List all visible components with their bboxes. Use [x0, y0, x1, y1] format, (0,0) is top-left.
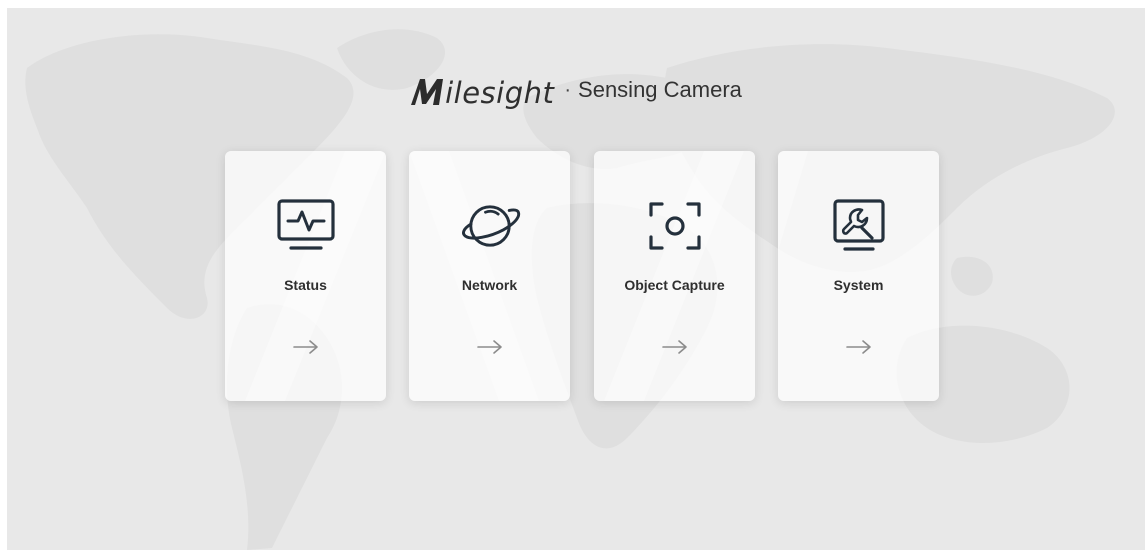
menu-cards: Status Network Object Capture System [225, 151, 945, 403]
planet-icon [458, 196, 522, 256]
card-background-stripe [245, 151, 386, 401]
login-background: ilesight · Sensing Camera Status Network… [7, 8, 1145, 550]
card-background-stripe [604, 151, 744, 401]
system-card-label: System [833, 277, 884, 293]
milesight-m-mark-icon [411, 79, 444, 105]
object-capture-card-label: Object Capture [624, 277, 725, 293]
product-name: Sensing Camera [578, 77, 742, 102]
brand-name: ilesight [445, 76, 555, 110]
arrow-right-icon [661, 340, 687, 354]
card-background-stripe [409, 151, 539, 401]
system-card[interactable]: System [778, 151, 939, 401]
network-card-label: Network [461, 277, 518, 293]
arrow-right-icon [845, 340, 871, 354]
title-separator: · [564, 78, 572, 101]
arrow-right-icon [476, 340, 502, 354]
focus-frame-icon [643, 196, 707, 256]
network-card[interactable]: Network [409, 151, 570, 401]
status-card[interactable]: Status [225, 151, 386, 401]
milesight-logo: ilesight [410, 76, 555, 110]
arrow-right-icon [292, 340, 318, 354]
status-card-label: Status [284, 277, 327, 293]
brand-header: ilesight · Sensing Camera [7, 66, 1145, 116]
object-capture-card[interactable]: Object Capture [594, 151, 755, 401]
monitor-wrench-icon [827, 196, 891, 256]
monitor-pulse-icon [274, 196, 338, 256]
card-background-stripe [778, 151, 808, 251]
